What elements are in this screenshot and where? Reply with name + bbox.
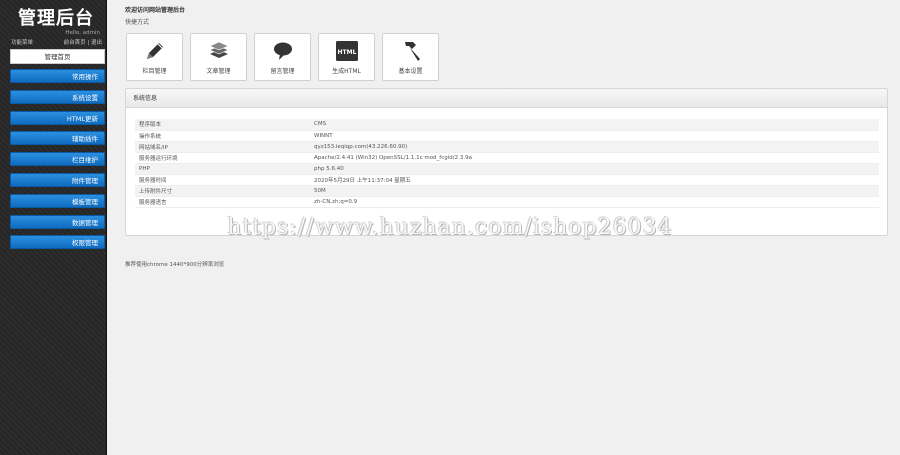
tile-article-manage[interactable]: 文章管理 [190,33,247,81]
sidebar-item-html-update[interactable]: HTML更新 [10,110,105,125]
info-value: qyz153.ieqiqp.com(43.226.60.90) [310,141,879,153]
table-row: 上传附件尺寸 50M [135,185,879,197]
link-separator: | [87,40,90,46]
quick-links-title: 快捷方式 [125,19,150,26]
tile-label: 生成HTML [332,68,361,75]
tile-label: 留言管理 [270,68,295,75]
pencil-icon [146,43,163,59]
welcome-text: 欢迎访问网站管理后台 [125,7,186,14]
info-value: php 5.6.40 [310,163,879,175]
top-links: 前台首页 | 退出 [64,38,102,46]
sidebar-item-common-ops[interactable]: 常用操作 [10,69,105,83]
table-row: 服务器时间 2020年5月29日 上午11:37:04 星期五 [135,174,879,186]
sidebar-item-attachments[interactable]: 附件管理 [10,172,105,187]
tile-label: 栏目管理 [142,68,167,75]
tile-basic-settings[interactable]: 基本设置 [382,33,439,81]
brand-title: 管理后台 [18,8,94,29]
html-icon: HTML [335,41,358,61]
info-key: 操作系统 [135,130,310,142]
system-info-table: 程序版本 CMS 操作系统 WINNT 网站域名/IP qyz153.ieqiq… [135,119,879,208]
hello-user: Hello, admin [65,30,100,36]
table-row: 程序版本 CMS [135,119,879,131]
function-menu-label: 功能菜单 [11,40,34,46]
sidebar-item-data[interactable]: 数据管理 [10,214,105,229]
info-value: WINNT [310,130,879,142]
sidebar-item-system-settings[interactable]: 系统设置 [10,89,105,104]
info-value: zh-CN,zh;q=0.9 [310,196,879,208]
hammer-icon [404,42,420,61]
tile-label: 文章管理 [206,68,231,75]
info-key: 上传附件尺寸 [135,185,310,197]
info-value: Apache/2.4.41 (Win32) OpenSSL/1.1.1c mod… [310,152,879,164]
table-row: 服务器运行环境 Apache/2.4.41 (Win32) OpenSSL/1.… [135,152,879,164]
tile-message-manage[interactable]: 留言管理 [254,33,311,81]
frontend-home-link[interactable]: 前台首页 [64,40,86,46]
info-key: 服务器运行环境 [135,152,310,164]
table-row: 服务器语言 zh-CN,zh;q=0.9 [135,196,879,208]
system-info-title: 系统信息 [126,89,887,108]
system-info-panel: 系统信息 程序版本 CMS 操作系统 WINNT 网站域名/IP qyz153.… [125,88,888,236]
info-key: 网站域名/IP [135,141,310,153]
info-value: 2020年5月29日 上午11:37:04 星期五 [310,174,879,186]
browser-recommendation: 推荐使用chrome 1440*900分辨率浏览 [125,262,225,268]
tile-column-manage[interactable]: 栏目管理 [126,33,183,81]
sidebar-item-plugins[interactable]: 辅助插件 [10,131,105,146]
sidebar-item-admin-home[interactable]: 管理首页 [10,49,105,64]
info-value: 50M [310,185,879,197]
table-row: PHP php 5.6.40 [135,163,879,175]
sidebar-item-templates[interactable]: 模板管理 [10,193,105,208]
sidebar-menu: 常用操作 系统设置 HTML更新 辅助插件 栏目维护 附件管理 模板管理 数据管… [10,69,105,256]
table-row: 操作系统 WINNT [135,130,879,142]
sidebar: 管理后台 Hello, admin 功能菜单 前台首页 | 退出 管理首页 常用… [0,0,107,455]
tile-generate-html[interactable]: HTML 生成HTML [318,33,375,81]
info-key: 服务器时间 [135,174,310,186]
info-value: CMS [310,119,879,131]
sidebar-item-columns[interactable]: 栏目维护 [10,152,105,167]
speech-bubble-icon [273,42,292,60]
logout-link[interactable]: 退出 [91,40,102,46]
info-key: PHP [135,163,310,175]
tile-label: 基本设置 [398,68,423,75]
info-key: 程序版本 [135,119,310,131]
table-row: 网站域名/IP qyz153.ieqiqp.com(43.226.60.90) [135,141,879,153]
main-content: 欢迎访问网站管理后台 快捷方式 栏目管理 文章管理 留言管理 HTML 生成HT… [108,0,900,455]
sidebar-item-permissions[interactable]: 权限管理 [10,235,105,250]
html-icon-text: HTML [337,49,356,56]
document-stack-icon [208,41,229,58]
info-key: 服务器语言 [135,196,310,208]
